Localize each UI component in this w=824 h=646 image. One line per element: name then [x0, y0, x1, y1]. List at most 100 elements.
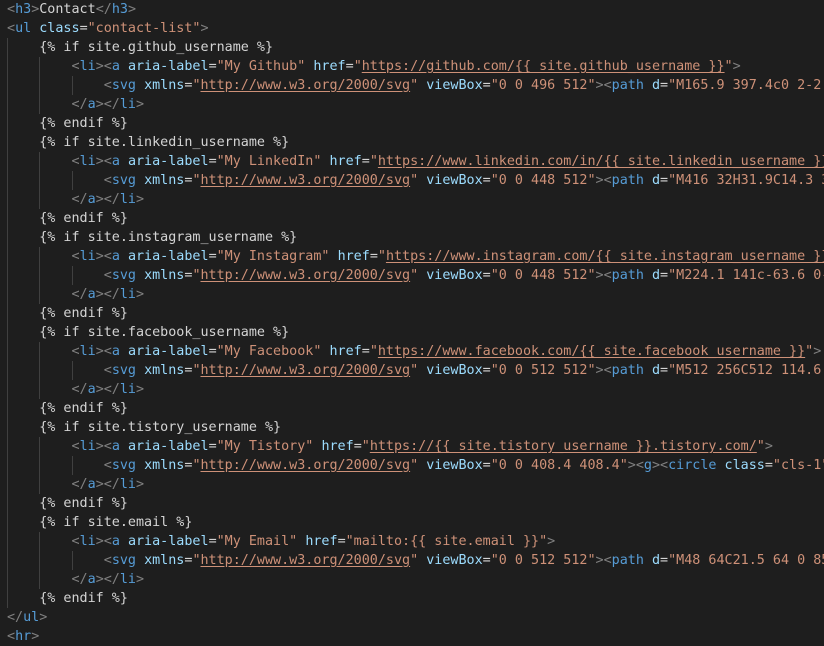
code-line[interactable]: {% if site.linkedin_username %}: [0, 133, 824, 152]
code-token-eq: =: [660, 553, 669, 568]
code-line[interactable]: <li><a aria-label="My Email" href="mailt…: [0, 532, 824, 551]
code-token-str: ": [192, 458, 201, 473]
code-line[interactable]: <svg xmlns="http://www.w3.org/2000/svg" …: [0, 551, 824, 570]
code-token-punct: ><: [595, 78, 612, 93]
code-token-eq: =: [482, 78, 491, 93]
code-token-tag: li: [119, 97, 136, 112]
code-token-tag: a: [111, 59, 120, 74]
code-line[interactable]: <h3>Contact</h3>: [0, 0, 824, 19]
code-token-punct: >: [136, 97, 145, 112]
code-token-eq: =: [361, 154, 370, 169]
code-line[interactable]: {% if site.email %}: [0, 513, 824, 532]
code-token-tag: li: [119, 287, 136, 302]
code-token-tag: li: [119, 382, 136, 397]
code-token-attr: d: [651, 553, 661, 568]
code-line[interactable]: </a></li>: [0, 475, 824, 494]
code-token-tag: a: [111, 534, 120, 549]
code-token-liquid: {% endif %}: [39, 401, 128, 416]
code-line[interactable]: <svg xmlns="http://www.w3.org/2000/svg" …: [0, 76, 824, 95]
code-token-str: ": [377, 249, 386, 264]
code-line[interactable]: <ul class="contact-list">: [0, 19, 824, 38]
code-line[interactable]: <li><a aria-label="My Instagram" href="h…: [0, 247, 824, 266]
code-token-eq: =: [208, 59, 217, 74]
code-line[interactable]: </a></li>: [0, 190, 824, 209]
code-token-tag: svg: [111, 78, 136, 93]
code-line[interactable]: <li><a aria-label="My LinkedIn" href="ht…: [0, 152, 824, 171]
code-line[interactable]: <svg xmlns="http://www.w3.org/2000/svg" …: [0, 456, 824, 475]
code-line[interactable]: {% if site.instagram_username %}: [0, 228, 824, 247]
code-line[interactable]: {% endif %}: [0, 304, 824, 323]
code-line[interactable]: </ul>: [0, 608, 824, 627]
code-token-link: https://github.com/{{ site.github_userna…: [361, 59, 725, 74]
code-token-attr: href: [305, 534, 338, 549]
code-token-punct: ><: [595, 268, 612, 283]
code-token-liquid: {% if site.linkedin_username %}: [39, 135, 290, 150]
code-token-punct: <: [7, 629, 16, 644]
code-line[interactable]: </a></li>: [0, 570, 824, 589]
code-token-punct: >: [813, 344, 822, 359]
code-token-attr: aria-label: [127, 249, 209, 264]
code-line[interactable]: {% endif %}: [0, 494, 824, 513]
code-token-eq: =: [764, 458, 773, 473]
code-token-eq: =: [208, 344, 217, 359]
code-token-eq: =: [337, 534, 346, 549]
code-line[interactable]: {% if site.facebook_username %}: [0, 323, 824, 342]
code-line[interactable]: {% if site.tistory_username %}: [0, 418, 824, 437]
code-token-attr: class: [39, 21, 80, 36]
code-token-attr: d: [651, 173, 661, 188]
code-token-link: https://www.linkedin.com/in/{{ site.link…: [377, 154, 824, 169]
code-token-attr: aria-label: [127, 154, 209, 169]
code-line[interactable]: <li><a aria-label="My Github" href="http…: [0, 57, 824, 76]
code-token-tag: li: [119, 572, 136, 587]
code-line[interactable]: <hr>: [0, 627, 824, 646]
code-token-link: http://www.w3.org/2000/svg: [200, 553, 411, 568]
code-line[interactable]: {% endif %}: [0, 209, 824, 228]
code-token-attr: xmlns: [144, 458, 185, 473]
code-token-eq: =: [361, 344, 370, 359]
code-token-str: ": [353, 59, 362, 74]
code-token-attr: href: [337, 249, 370, 264]
code-line[interactable]: {% if site.github_username %}: [0, 38, 824, 57]
code-token-punct: ><: [651, 458, 669, 473]
code-token-attr: aria-label: [127, 344, 209, 359]
code-line[interactable]: {% endif %}: [0, 114, 824, 133]
code-line[interactable]: </a></li>: [0, 380, 824, 399]
code-editor[interactable]: <h3>Contact</h3> <ul class="contact-list"…: [0, 0, 824, 646]
code-line[interactable]: {% endif %}: [0, 589, 824, 608]
code-token-str: "mailto:{{ site.email }}": [345, 534, 548, 549]
code-line[interactable]: {% endif %}: [0, 399, 824, 418]
code-token-eq: =: [482, 458, 491, 473]
code-token-eq: =: [369, 249, 378, 264]
code-line[interactable]: </a></li>: [0, 95, 824, 114]
code-line[interactable]: <li><a aria-label="My Tistory" href="htt…: [0, 437, 824, 456]
code-token-punct: >: [39, 610, 48, 625]
code-token-str: "0 0 448 512": [490, 268, 596, 283]
code-token-str: "0 0 496 512": [490, 78, 596, 93]
code-token-attr: d: [651, 268, 661, 283]
code-token-tag: a: [87, 477, 96, 492]
code-token-tag: circle: [668, 458, 717, 473]
code-line[interactable]: <svg xmlns="http://www.w3.org/2000/svg" …: [0, 266, 824, 285]
code-line[interactable]: <li><a aria-label="My Facebook" href="ht…: [0, 342, 824, 361]
code-line[interactable]: </a></li>: [0, 285, 824, 304]
code-line[interactable]: <svg xmlns="http://www.w3.org/2000/svg" …: [0, 171, 824, 190]
code-line[interactable]: <svg xmlns="http://www.w3.org/2000/svg" …: [0, 361, 824, 380]
